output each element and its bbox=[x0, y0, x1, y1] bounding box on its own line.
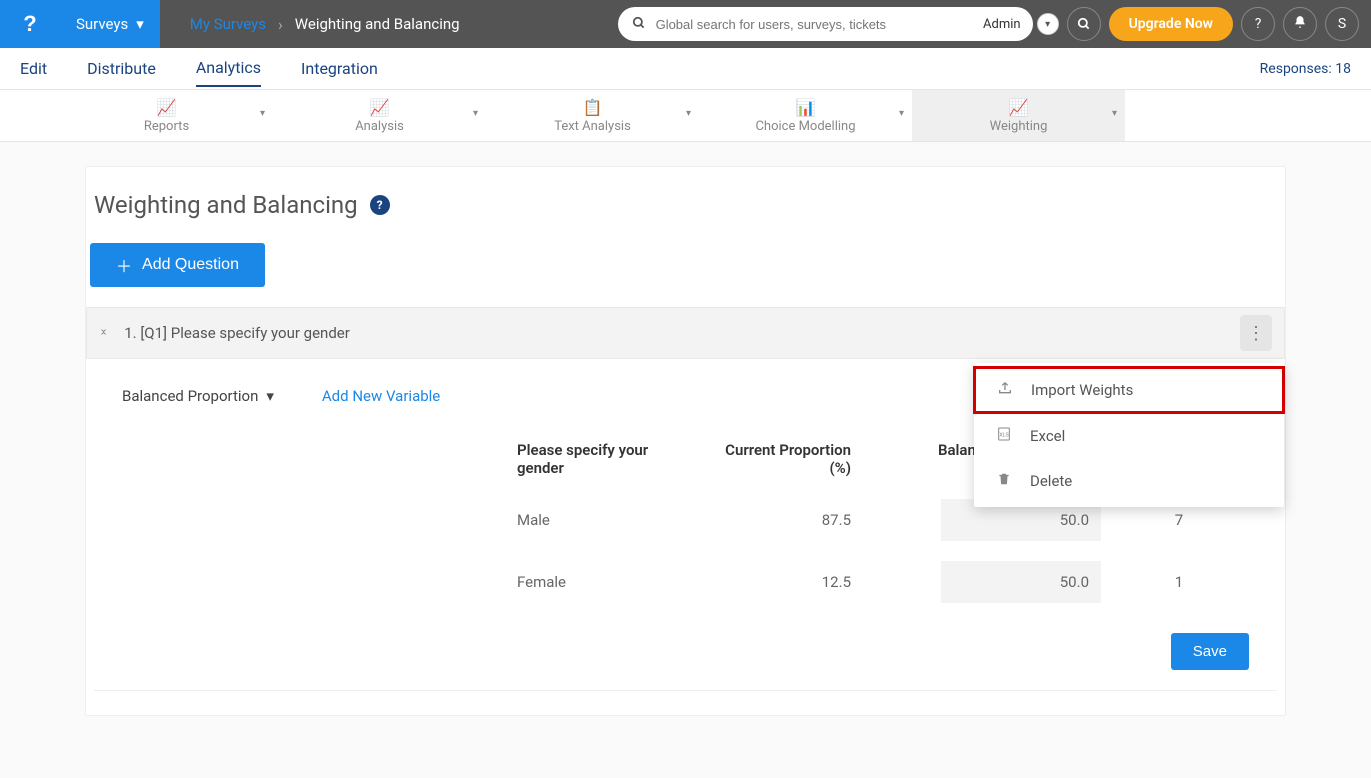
help-button[interactable]: ? bbox=[1241, 7, 1275, 41]
menu-delete[interactable]: Delete bbox=[974, 459, 1284, 503]
menu-label: Delete bbox=[1030, 472, 1072, 490]
upgrade-button[interactable]: Upgrade Now bbox=[1109, 7, 1233, 41]
tools-tabs: 📈 Reports ▾ 📈 Analysis ▾ 📋 Text Analysis… bbox=[0, 90, 1371, 142]
question-header[interactable]: ⌄ ⌃ 1. [Q1] Please specify your gender ⋮… bbox=[86, 307, 1285, 359]
surveys-dropdown[interactable]: Surveys ▾ bbox=[60, 0, 160, 48]
help-icon: ? bbox=[1255, 16, 1262, 32]
tab-distribute[interactable]: Distribute bbox=[87, 51, 156, 86]
add-question-label: Add Question bbox=[142, 256, 239, 274]
avatar-button[interactable]: S bbox=[1325, 7, 1359, 41]
page-title: Weighting and Balancing ? bbox=[86, 191, 1285, 243]
chart-icon: 📈 bbox=[157, 98, 177, 117]
add-variable-link[interactable]: Add New Variable bbox=[322, 387, 440, 405]
menu-label: Excel bbox=[1030, 427, 1065, 445]
surveys-label: Surveys bbox=[76, 15, 128, 33]
balanced-input[interactable]: 50.0 bbox=[941, 561, 1101, 603]
question-title: 1. [Q1] Please specify your gender bbox=[124, 324, 350, 342]
divider bbox=[94, 690, 1277, 691]
brand-logo[interactable]: ? bbox=[0, 0, 60, 48]
kebab-icon: ⋮ bbox=[1247, 323, 1265, 344]
row-label: Male bbox=[509, 489, 699, 551]
menu-excel[interactable]: XLS Excel bbox=[974, 413, 1284, 459]
chevron-up-icon: ⌃ bbox=[99, 333, 108, 341]
brand-logo-letter: ? bbox=[23, 11, 36, 37]
chevron-down-icon: ▾ bbox=[686, 108, 691, 119]
notifications-button[interactable] bbox=[1283, 7, 1317, 41]
save-row: Save bbox=[86, 613, 1285, 678]
tool-label: Reports bbox=[144, 119, 189, 134]
bell-icon bbox=[1293, 15, 1307, 33]
proportion-type-label: Balanced Proportion bbox=[122, 387, 258, 405]
excel-icon: XLS bbox=[994, 425, 1014, 447]
table-row: Female 12.5 50.0 1 bbox=[122, 551, 1249, 613]
col-header-current: Current Proportion (%) bbox=[699, 429, 859, 489]
chevron-down-icon: ▾ bbox=[266, 387, 274, 405]
tool-choice-modelling[interactable]: 📊 Choice Modelling ▾ bbox=[699, 90, 912, 141]
chevron-down-icon: ▾ bbox=[260, 108, 265, 119]
search-scope-dropdown[interactable]: ▾ bbox=[1037, 13, 1059, 35]
chevron-down-icon: ▾ bbox=[473, 108, 478, 119]
upload-icon bbox=[995, 380, 1015, 400]
tool-analysis[interactable]: 📈 Analysis ▾ bbox=[273, 90, 486, 141]
tool-weighting[interactable]: 📈 Weighting ▾ bbox=[912, 90, 1125, 141]
proportion-type-dropdown[interactable]: Balanced Proportion ▾ bbox=[122, 387, 274, 405]
page-title-text: Weighting and Balancing bbox=[94, 191, 358, 219]
global-search-input[interactable] bbox=[656, 17, 966, 32]
row-current: 12.5 bbox=[699, 551, 859, 613]
content-area: Weighting and Balancing ? ＋ Add Question… bbox=[0, 142, 1371, 740]
trash-icon bbox=[994, 471, 1014, 491]
tab-analytics[interactable]: Analytics bbox=[196, 50, 261, 87]
tool-label: Analysis bbox=[355, 119, 404, 134]
breadcrumb: My Surveys › Weighting and Balancing bbox=[190, 15, 460, 34]
chart-icon: 📊 bbox=[796, 98, 816, 117]
weighting-panel: Weighting and Balancing ? ＋ Add Question… bbox=[85, 166, 1286, 716]
chevron-right-icon: › bbox=[278, 15, 283, 34]
tab-integration[interactable]: Integration bbox=[301, 51, 378, 86]
search-button[interactable] bbox=[1067, 7, 1101, 41]
avatar-initial: S bbox=[1338, 16, 1346, 32]
question-actions-menu: Import Weights XLS Excel Delete bbox=[974, 363, 1284, 507]
breadcrumb-current: Weighting and Balancing bbox=[295, 15, 460, 33]
chevron-down-icon: ▾ bbox=[1112, 108, 1117, 119]
tool-label: Text Analysis bbox=[554, 119, 631, 134]
menu-label: Import Weights bbox=[1031, 381, 1133, 399]
tool-label: Weighting bbox=[990, 119, 1048, 134]
row-label: Female bbox=[509, 551, 699, 613]
tab-edit[interactable]: Edit bbox=[20, 51, 47, 86]
chevron-down-icon: ▾ bbox=[136, 15, 144, 33]
topbar: ? Surveys ▾ My Surveys › Weighting and B… bbox=[0, 0, 1371, 48]
subnav: Edit Distribute Analytics Integration Re… bbox=[0, 48, 1371, 90]
chart-icon: 📈 bbox=[370, 98, 390, 117]
menu-import-weights[interactable]: Import Weights bbox=[973, 366, 1285, 414]
search-scope-label: Admin bbox=[976, 17, 1027, 32]
question-menu-button[interactable]: ⋮ bbox=[1240, 315, 1272, 351]
responses-count[interactable]: Responses: 18 bbox=[1260, 61, 1351, 77]
row-count: 1 bbox=[1109, 551, 1249, 613]
add-question-button[interactable]: ＋ Add Question bbox=[90, 243, 265, 287]
plus-icon: ＋ bbox=[116, 253, 132, 277]
tool-text-analysis[interactable]: 📋 Text Analysis ▾ bbox=[486, 90, 699, 141]
tool-label: Choice Modelling bbox=[755, 119, 855, 134]
save-button[interactable]: Save bbox=[1171, 633, 1249, 670]
collapse-toggle[interactable]: ⌄ ⌃ bbox=[99, 325, 108, 341]
row-current: 87.5 bbox=[699, 489, 859, 551]
document-icon: 📋 bbox=[583, 98, 603, 117]
search-icon bbox=[632, 15, 646, 34]
col-header-question: Please specify your gender bbox=[509, 429, 699, 489]
tool-reports[interactable]: 📈 Reports ▾ bbox=[60, 90, 273, 141]
chevron-down-icon: ▾ bbox=[899, 108, 904, 119]
breadcrumb-root[interactable]: My Surveys bbox=[190, 15, 266, 33]
global-search[interactable]: Admin bbox=[618, 7, 1033, 41]
help-icon[interactable]: ? bbox=[370, 195, 390, 215]
chart-icon: 📈 bbox=[1009, 98, 1029, 117]
svg-text:XLS: XLS bbox=[999, 433, 1008, 439]
